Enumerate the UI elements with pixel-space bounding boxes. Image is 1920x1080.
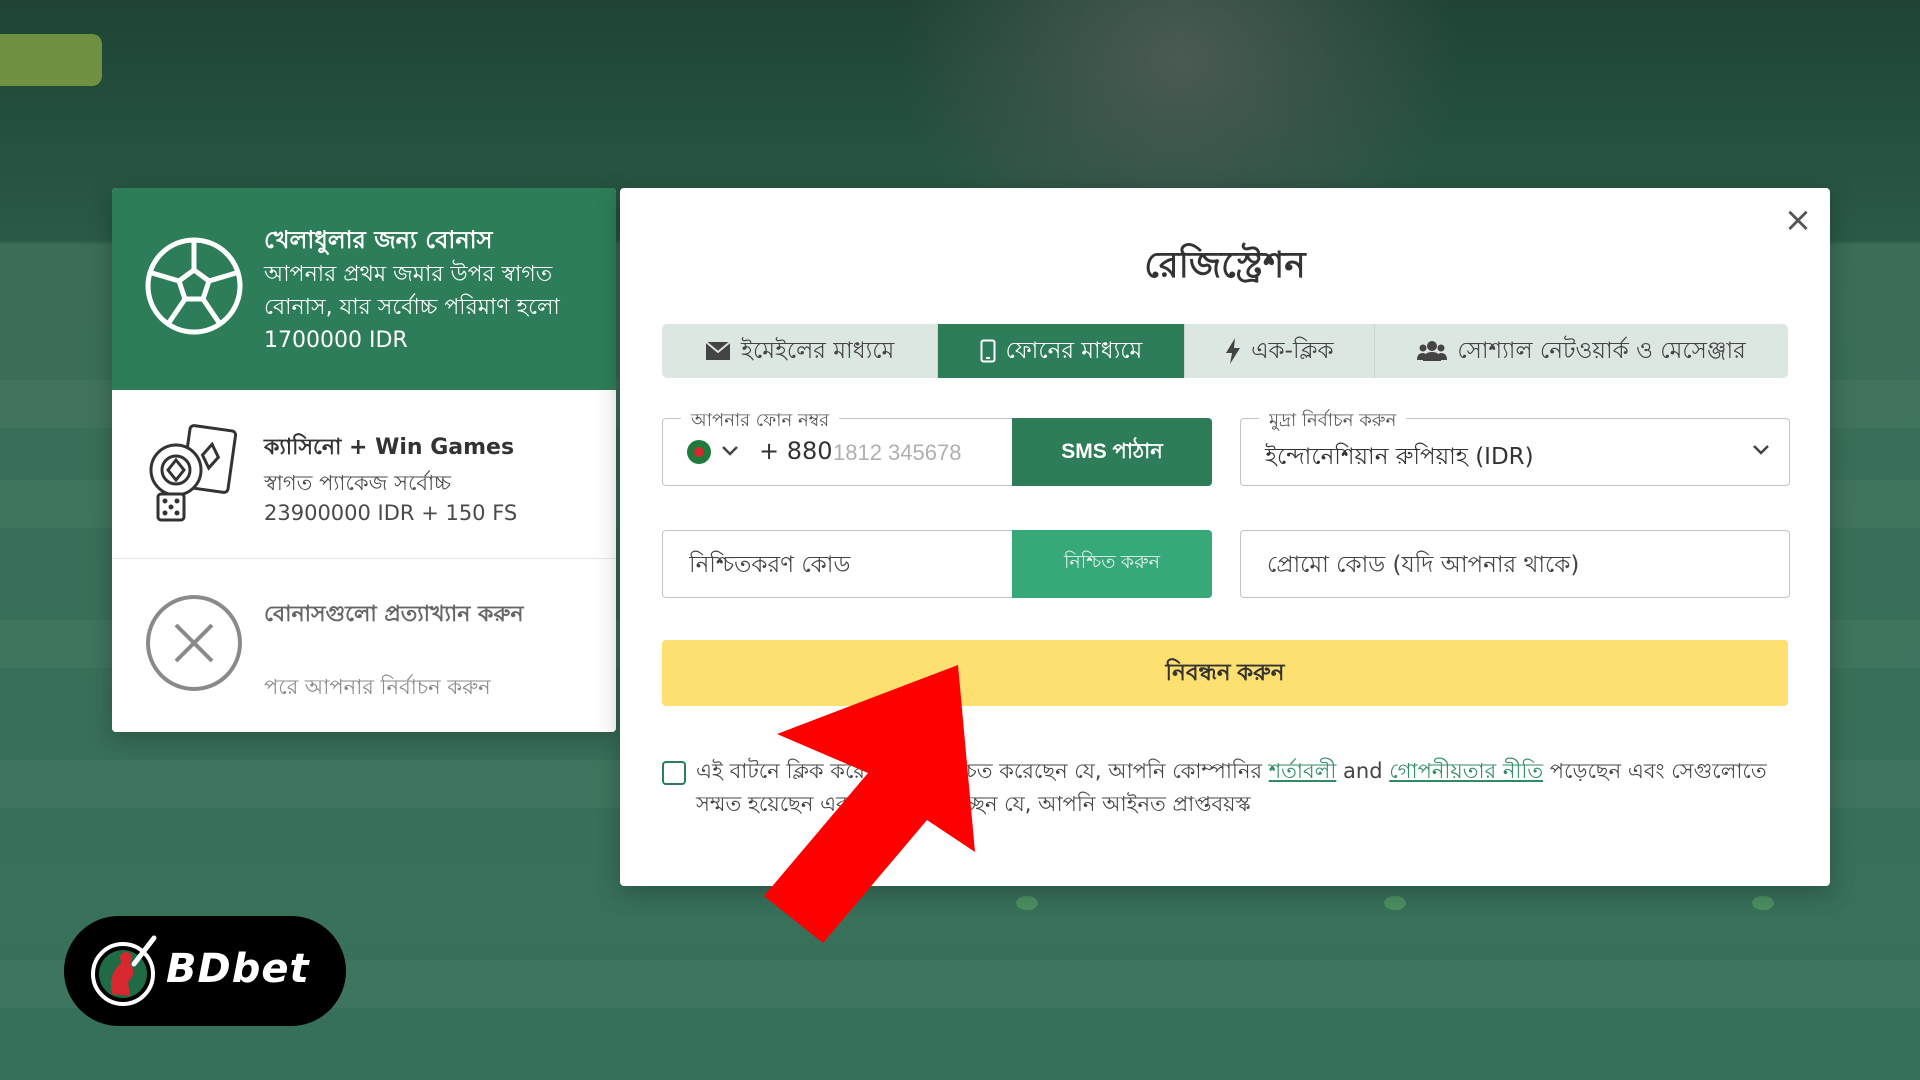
tab-phone[interactable]: ফোনের মাধ্যমে [938, 324, 1185, 378]
tab-label: ফোনের মাধ্যমে [1005, 337, 1143, 364]
confirmation-code-input[interactable] [687, 545, 981, 585]
cricket-player-logo-icon [91, 935, 157, 1006]
currency-field-label: মুদ্রা নির্বাচন করুন [1259, 406, 1407, 437]
modal-title: রেজিস্ট্রেশন [1144, 245, 1306, 286]
send-sms-button[interactable]: SMS পাঠান [1012, 418, 1212, 486]
lightning-icon [1225, 338, 1241, 364]
terms-link[interactable]: শর্তাবলী [1269, 759, 1337, 783]
bonus-title: বোনাসগুলো প্রত্যাখ্যান করুন [264, 602, 524, 627]
soccer-ball-icon [145, 237, 243, 335]
tab-social[interactable]: সোশ্যাল নেটওয়ার্ক ও মেসেঞ্জার [1375, 324, 1788, 378]
registration-method-tabs: ইমেইলের মাধ্যমে ফোনের মাধ্যমে এক-ক্লিক স… [662, 324, 1788, 378]
tab-label: ইমেইলের মাধ্যমে [740, 337, 895, 364]
tab-one-click[interactable]: এক-ক্লিক [1185, 324, 1376, 378]
bonus-panel: খেলাধুলার জন্য বোনাস আপনার প্রথম জমার উপ… [112, 188, 616, 732]
agreement-checkbox[interactable] [662, 761, 686, 785]
red-arrow-annotation [764, 665, 975, 943]
bonus-title: ক্যাসিনো + Win Games [264, 435, 515, 460]
bonus-option-decline[interactable]: বোনাসগুলো প্রত্যাখ্যান করুন পরে আপনার নি… [112, 559, 616, 732]
bonus-option-casino[interactable]: ক্যাসিনো + Win Games স্বাগত প্যাকেজ সর্ব… [112, 390, 616, 559]
decline-x-icon [146, 595, 242, 691]
phone-field: আপনার ফোন নম্বর + 880 SMS পাঠান [662, 406, 1212, 486]
background-marker [1016, 896, 1038, 910]
promo-code-field [1240, 530, 1790, 598]
close-button[interactable]: × [1780, 202, 1816, 238]
agreement-and: and [1336, 759, 1390, 783]
phone-field-label: আপনার ফোন নম্বর [681, 406, 840, 437]
bonus-option-sports[interactable]: খেলাধুলার জন্য বোনাস আপনার প্রথম জমার উপ… [112, 188, 616, 390]
background-pill-button [0, 34, 102, 86]
bonus-description: স্বাগত প্যাকেজ সর্বোচ্চ 23900000 IDR + 1… [264, 471, 518, 525]
bonus-title: খেলাধুলার জন্য বোনাস [264, 226, 493, 254]
confirmation-code-field: নিশ্চিত করুন [662, 530, 1212, 598]
bdbet-logo: BDbet [64, 916, 346, 1026]
phone-icon [980, 339, 996, 363]
currency-selected-value: ইন্দোনেশিয়ান রুপিয়াহ (IDR) [1265, 444, 1534, 470]
tab-label: এক-ক্লিক [1251, 337, 1334, 364]
tab-label: সোশ্যাল নেটওয়ার্ক ও মেসেঞ্জার [1457, 337, 1746, 364]
logo-text: BDbet [166, 946, 310, 992]
promo-code-input[interactable] [1265, 545, 1769, 585]
privacy-policy-link[interactable]: গোপনীয়তার নীতি [1389, 759, 1543, 783]
confirm-code-button[interactable]: নিশ্চিত করুন [1012, 530, 1212, 598]
tab-email[interactable]: ইমেইলের মাধ্যমে [662, 324, 939, 378]
casino-chips-icon [149, 424, 238, 522]
phone-number-input[interactable] [831, 433, 1005, 473]
background-marker [1384, 896, 1406, 910]
bangladesh-flag-icon[interactable] [687, 440, 711, 464]
envelope-icon [705, 341, 731, 361]
bonus-description: পরে আপনার নির্বাচন করুন [264, 675, 491, 699]
bonus-description: আপনার প্রথম জমার উপর স্বাগত বোনাস, যার স… [264, 262, 560, 353]
background-marker [1752, 896, 1774, 910]
users-icon [1417, 340, 1448, 362]
chevron-down-icon[interactable] [721, 443, 739, 462]
currency-select[interactable]: মুদ্রা নির্বাচন করুন ইন্দোনেশিয়ান রুপিয… [1240, 406, 1790, 486]
chevron-down-icon[interactable] [1751, 442, 1771, 461]
country-dial-code: + 880 [759, 437, 833, 465]
